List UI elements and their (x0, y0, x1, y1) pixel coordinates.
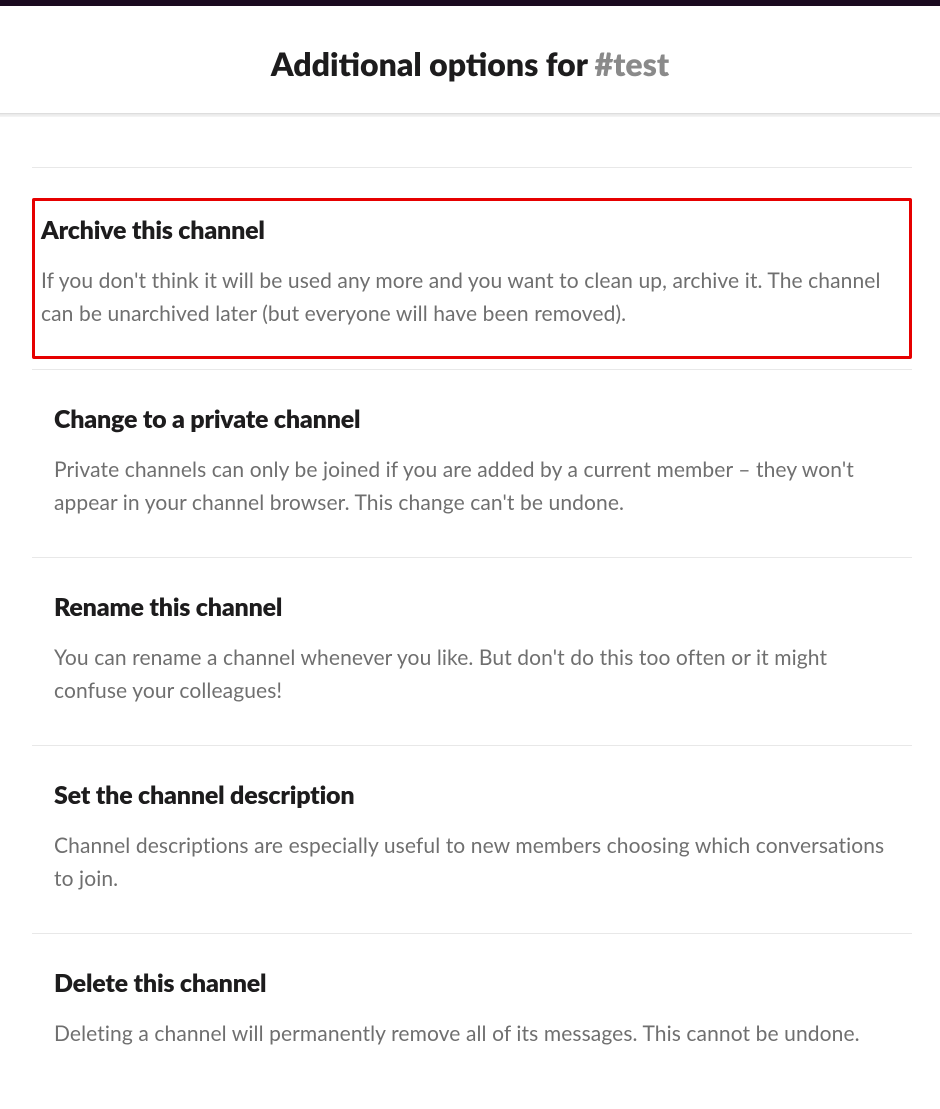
divider (32, 167, 912, 168)
option-rename-channel[interactable]: Rename this channel You can rename a cha… (32, 558, 912, 745)
option-title: Rename this channel (54, 592, 890, 622)
option-title: Archive this channel (41, 215, 901, 245)
option-description: If you don't think it will be used any m… (41, 265, 901, 330)
option-title: Set the channel description (54, 780, 890, 810)
option-archive-channel[interactable]: Archive this channel If you don't think … (32, 198, 912, 359)
option-description: Channel descriptions are especially usef… (54, 830, 890, 895)
page-header: Additional options for #test (0, 6, 940, 113)
option-description: Deleting a channel will permanently remo… (54, 1018, 890, 1051)
option-change-private[interactable]: Change to a private channel Private chan… (32, 370, 912, 557)
options-container: Archive this channel If you don't think … (0, 117, 940, 1109)
option-delete-channel[interactable]: Delete this channel Deleting a channel w… (32, 934, 912, 1089)
option-set-description[interactable]: Set the channel description Channel desc… (32, 746, 912, 933)
option-description: You can rename a channel whenever you li… (54, 642, 890, 707)
option-description: Private channels can only be joined if y… (54, 454, 890, 519)
option-title: Delete this channel (54, 968, 890, 998)
channel-name: #test (595, 44, 669, 83)
page-title: Additional options for (271, 44, 595, 83)
option-title: Change to a private channel (54, 404, 890, 434)
